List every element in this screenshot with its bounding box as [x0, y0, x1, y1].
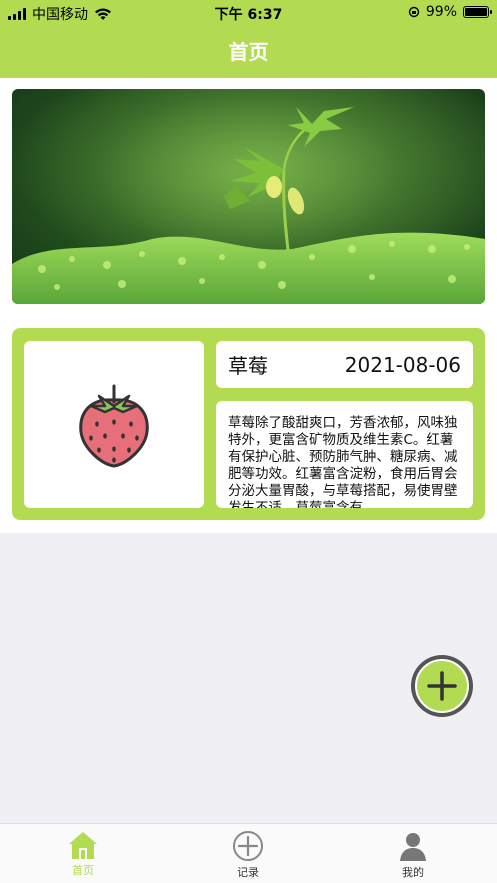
battery-percent: 99%: [425, 4, 457, 20]
record-name: 草莓: [228, 354, 268, 378]
tab-record[interactable]: 记录: [208, 830, 288, 880]
top-bar: 中国移动 下午 6:37 99% 首页: [0, 0, 497, 78]
plus-circle-icon: [233, 831, 263, 861]
record-card[interactable]: 草莓 2021-08-06 草莓除了酸甜爽口，芳香浓郁，风味独特外，更富含矿物质…: [12, 328, 485, 520]
orientation-lock-icon: [408, 6, 420, 18]
banner-image[interactable]: [12, 89, 485, 304]
status-right: 99%: [408, 4, 492, 20]
plant-sprout-image: [12, 89, 485, 304]
plus-icon: [427, 671, 457, 701]
record-thumbnail: [24, 341, 204, 508]
tab-home-label: 首页: [72, 864, 94, 877]
banner-section: [0, 78, 497, 316]
tab-mine[interactable]: 我的: [373, 830, 453, 880]
tab-home[interactable]: 首页: [43, 830, 123, 878]
add-record-button-inner: [415, 659, 469, 713]
user-icon: [400, 833, 426, 861]
tab-record-label: 记录: [237, 866, 259, 879]
page-title: 首页: [228, 40, 269, 64]
tab-mine-label: 我的: [402, 866, 424, 879]
record-list: 草莓 2021-08-06 草莓除了酸甜爽口，芳香浓郁，风味独特外，更富含矿物质…: [0, 316, 497, 533]
strawberry-icon: [79, 384, 149, 468]
record-description: 草莓除了酸甜爽口，芳香浓郁，风味独特外，更富含矿物质及维生素C。红薯有保护心脏、…: [228, 415, 458, 508]
tab-bar: 首页 记录 我的: [0, 823, 497, 883]
record-description-box: 草莓除了酸甜爽口，芳香浓郁，风味独特外，更富含矿物质及维生素C。红薯有保护心脏、…: [216, 401, 473, 508]
battery-icon: [463, 6, 492, 18]
battery-fill: [465, 8, 487, 16]
record-date: 2021-08-06: [344, 352, 461, 377]
record-title-box: 草莓 2021-08-06: [216, 341, 473, 388]
home-icon: [69, 832, 97, 859]
status-bar: 中国移动 下午 6:37 99%: [0, 0, 497, 26]
add-record-button[interactable]: [411, 655, 473, 717]
